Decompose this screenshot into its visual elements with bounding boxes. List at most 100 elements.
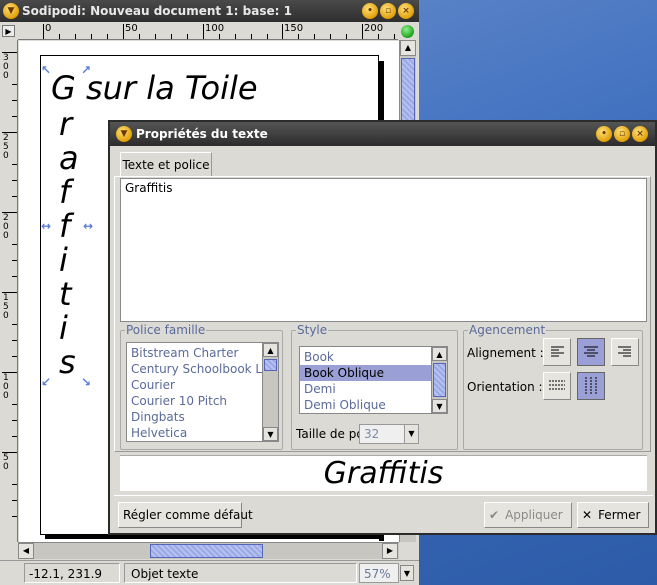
font-family-scroll-thumb[interactable] bbox=[264, 359, 277, 371]
maximize-icon[interactable]: ▫ bbox=[614, 126, 630, 142]
ruler-label: 150 bbox=[3, 293, 9, 321]
canvas-text-letter[interactable]: i bbox=[59, 309, 68, 347]
ruler-label: 150 bbox=[284, 23, 304, 34]
status-message: Objet texte bbox=[124, 563, 357, 583]
font-family-item[interactable]: Dingbats bbox=[127, 409, 278, 425]
horizontal-ruler[interactable]: 0 50 100 150 200 bbox=[18, 22, 398, 40]
set-default-button[interactable]: Régler comme défaut bbox=[118, 502, 253, 528]
font-size-dropdown-icon[interactable]: ▼ bbox=[404, 425, 418, 443]
font-family-item[interactable]: Bitstream Charter bbox=[127, 345, 278, 361]
scale-handle-icon[interactable]: ↔ bbox=[83, 219, 93, 233]
align-left-icon bbox=[551, 346, 564, 357]
cursor-coordinates: -12.1, 231.9 bbox=[24, 563, 120, 583]
vertical-scroll-thumb[interactable] bbox=[401, 58, 415, 128]
window-menu-icon[interactable]: ▼ bbox=[3, 3, 19, 19]
orientation-horizontal-button[interactable] bbox=[543, 372, 571, 400]
style-scroll-thumb[interactable] bbox=[433, 363, 446, 397]
scroll-right-icon[interactable]: ▶ bbox=[382, 543, 398, 559]
scroll-left-icon[interactable]: ◀ bbox=[18, 543, 34, 559]
apply-button[interactable]: ✔ Appliquer bbox=[484, 502, 572, 528]
style-item-selected[interactable]: Book Oblique bbox=[300, 365, 447, 381]
orientation-label: Orientation : bbox=[467, 380, 543, 394]
main-titlebar[interactable]: ▼ Sodipodi: Nouveau document 1: base: 1 … bbox=[0, 0, 419, 22]
style-item[interactable]: Demi Oblique bbox=[300, 397, 447, 413]
zoom-corner-icon[interactable] bbox=[401, 25, 414, 38]
ruler-label: 50 bbox=[3, 453, 9, 472]
check-icon: ✔ bbox=[489, 508, 500, 522]
tab-text-and-font[interactable]: Texte et police bbox=[120, 152, 212, 176]
font-size-combo[interactable]: 32 ▼ bbox=[359, 424, 419, 444]
scroll-down-icon[interactable]: ▼ bbox=[263, 427, 278, 441]
align-center-icon bbox=[584, 346, 598, 357]
font-family-item[interactable]: Century Schoolbook L bbox=[127, 361, 278, 377]
canvas-text-letter[interactable]: t bbox=[59, 275, 72, 313]
scroll-up-icon[interactable]: ▲ bbox=[263, 343, 278, 357]
style-item[interactable]: Demi bbox=[300, 381, 447, 397]
font-family-label: Police famille bbox=[125, 323, 207, 337]
font-size-value: 32 bbox=[364, 427, 380, 441]
window-menu-icon[interactable]: ▼ bbox=[116, 126, 132, 142]
close-label: Fermer bbox=[598, 508, 641, 522]
set-default-label: Régler comme défaut bbox=[123, 508, 253, 522]
ruler-label: 100 bbox=[205, 23, 225, 34]
scale-handle-icon[interactable]: ↘ bbox=[81, 375, 91, 389]
scale-handle-icon[interactable]: ↖ bbox=[41, 63, 51, 77]
status-bar: -12.1, 231.9 Objet texte 57% ▼ bbox=[0, 560, 419, 585]
vertical-ruler[interactable]: 300 250 200 150 100 50 bbox=[0, 40, 18, 542]
align-right-button[interactable] bbox=[611, 338, 639, 366]
minimize-icon[interactable]: • bbox=[596, 126, 612, 142]
font-family-item[interactable]: Helvetica bbox=[127, 425, 278, 441]
ruler-label: 200 bbox=[3, 213, 9, 241]
zoom-field[interactable]: 57% bbox=[359, 563, 399, 583]
horizontal-scroll-thumb[interactable] bbox=[150, 544, 263, 558]
style-list[interactable]: Book Book Oblique Demi Demi Oblique ▲ ▼ bbox=[299, 346, 448, 414]
close-icon[interactable]: × bbox=[632, 126, 648, 142]
scale-handle-icon[interactable]: ↙ bbox=[41, 375, 51, 389]
orientation-vertical-button[interactable] bbox=[577, 372, 605, 400]
ruler-label: 50 bbox=[125, 23, 138, 34]
style-label: Style bbox=[296, 323, 329, 337]
dialog-titlebar[interactable]: ▼ Propriétés du texte • ▫ × bbox=[110, 122, 655, 146]
dialog-title: Propriétés du texte bbox=[136, 127, 268, 141]
scale-handle-icon[interactable]: ↗ bbox=[81, 63, 91, 77]
separator bbox=[114, 495, 653, 496]
scroll-up-icon[interactable]: ▲ bbox=[400, 40, 416, 56]
font-family-scrollbar[interactable]: ▲ ▼ bbox=[262, 343, 278, 441]
minimize-icon[interactable]: • bbox=[362, 3, 378, 19]
ruler-label: 100 bbox=[3, 373, 9, 401]
scroll-down-icon[interactable]: ▼ bbox=[432, 399, 447, 413]
font-family-item[interactable]: Courier 10 Pitch bbox=[127, 393, 278, 409]
align-right-icon bbox=[618, 346, 631, 357]
style-item[interactable]: Book bbox=[300, 349, 447, 365]
layout-label: Agencement bbox=[468, 323, 547, 337]
font-preview: Graffitis bbox=[120, 455, 647, 491]
align-left-button[interactable] bbox=[543, 338, 571, 366]
zoom-dropdown-icon[interactable]: ▼ bbox=[400, 565, 414, 581]
canvas-text-letter[interactable]: i bbox=[59, 241, 68, 279]
vertical-text-icon bbox=[585, 377, 597, 395]
close-button[interactable]: ✕ Fermer bbox=[577, 502, 649, 528]
apply-label: Appliquer bbox=[505, 508, 563, 522]
style-scrollbar[interactable]: ▲ ▼ bbox=[431, 347, 447, 413]
ruler-label: 250 bbox=[3, 133, 9, 161]
ruler-label: 300 bbox=[3, 53, 9, 81]
scale-handle-icon[interactable]: ↔ bbox=[41, 219, 51, 233]
close-x-icon: ✕ bbox=[582, 508, 593, 522]
text-content-field[interactable]: Graffitis bbox=[120, 178, 647, 322]
canvas-text-letter[interactable]: a bbox=[59, 139, 79, 177]
align-center-button[interactable] bbox=[577, 338, 605, 366]
menu-arrow-icon[interactable]: ▶ bbox=[2, 25, 15, 37]
font-family-list[interactable]: Bitstream Charter Century Schoolbook L C… bbox=[126, 342, 279, 442]
ruler-label: 0 bbox=[45, 23, 52, 34]
canvas-text-letter[interactable]: f bbox=[59, 207, 70, 245]
font-family-item[interactable]: Courier bbox=[127, 377, 278, 393]
maximize-icon[interactable]: ▫ bbox=[380, 3, 396, 19]
horizontal-scrollbar[interactable]: ◀ ▶ bbox=[18, 542, 399, 559]
canvas-text-letter[interactable]: f bbox=[59, 173, 70, 211]
ruler-label: 200 bbox=[364, 23, 384, 34]
canvas-text-letter[interactable]: r bbox=[59, 105, 72, 143]
horizontal-text-icon bbox=[549, 380, 565, 390]
scroll-up-icon[interactable]: ▲ bbox=[432, 347, 447, 361]
canvas-text-letter[interactable]: s bbox=[59, 343, 76, 381]
close-icon[interactable]: × bbox=[398, 3, 414, 19]
